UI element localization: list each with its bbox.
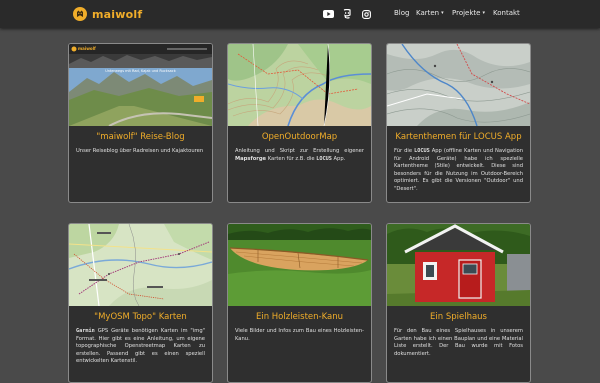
card-description: Unser Reiseblog über Radreisen und Kajak…: [76, 148, 204, 154]
chevron-down-icon: ▾: [441, 10, 444, 16]
card-description: Für die LOCUS App (offline Karten und Na…: [394, 148, 524, 192]
card-image-locus-map: [387, 44, 530, 126]
card-kartenthemen-locus[interactable]: Kartenthemen für LOCUS App Für die LOCUS…: [386, 43, 531, 203]
card-spielhaus[interactable]: Ein Spielhaus Für den Bau eines Spielhau…: [386, 223, 531, 383]
nav-kontakt[interactable]: Kontakt: [493, 9, 520, 17]
nav-karten-dropdown[interactable]: Karten ▾: [416, 9, 444, 17]
card-myosm-topo[interactable]: "MyOSM Topo" Karten Garmin GPS Geräte be…: [68, 223, 213, 383]
chevron-down-icon: ▾: [482, 10, 485, 16]
card-title: Kartenthemen für LOCUS App: [395, 132, 522, 142]
card-title: "MyOSM Topo" Karten: [94, 312, 187, 322]
card-image-blog-screenshot: maiwolf Unterwegs mit Rad, Kajak und Ruc…: [69, 44, 212, 126]
navbar: maiwolf Blog Karten ▾ Projekte ▾ Kontakt: [0, 0, 600, 28]
card-image-garmin-map: [69, 224, 212, 306]
card-description: Viele Bilder und Infos zum Bau eines Hol…: [235, 328, 364, 342]
youtube-icon[interactable]: [322, 8, 334, 20]
card-title: Ein Holzleisten-Kanu: [255, 312, 344, 322]
brand-name: maiwolf: [92, 7, 143, 21]
nav-blog[interactable]: Blog: [394, 9, 409, 17]
brand-link[interactable]: maiwolf: [73, 6, 142, 22]
card-openoutdoormap[interactable]: OpenOutdoorMap Anleitung und Skript zur …: [227, 43, 372, 203]
card-description: Für den Bau eines Spielhauses in unserem…: [394, 328, 523, 357]
card-reise-blog[interactable]: maiwolf Unterwegs mit Rad, Kajak und Ruc…: [68, 43, 213, 203]
thumb-banner-text: Unterwegs mit Rad, Kajak und Rucksack: [105, 69, 176, 73]
nav-projekte-dropdown[interactable]: Projekte ▾: [452, 9, 485, 17]
card-description: Garmin GPS Geräte benötigen Karten im "i…: [76, 328, 205, 365]
card-title: Ein Spielhaus: [430, 312, 487, 322]
card-title: "maiwolf" Reise-Blog: [96, 132, 185, 142]
card-image-playhouse: [387, 224, 530, 306]
mastodon-icon[interactable]: [341, 8, 353, 20]
wolf-logo-icon: [73, 7, 87, 21]
card-holzleisten-kanu[interactable]: Ein Holzleisten-Kanu Viele Bilder und In…: [227, 223, 372, 383]
card-image-topo-map: [228, 44, 371, 126]
card-image-canoe: [228, 224, 371, 306]
card-title: OpenOutdoorMap: [261, 132, 338, 142]
instagram-icon[interactable]: [360, 8, 372, 20]
thumb-site-name: maiwolf: [78, 46, 96, 51]
card-description: Anleitung und Skript zur Erstellung eige…: [235, 148, 364, 162]
